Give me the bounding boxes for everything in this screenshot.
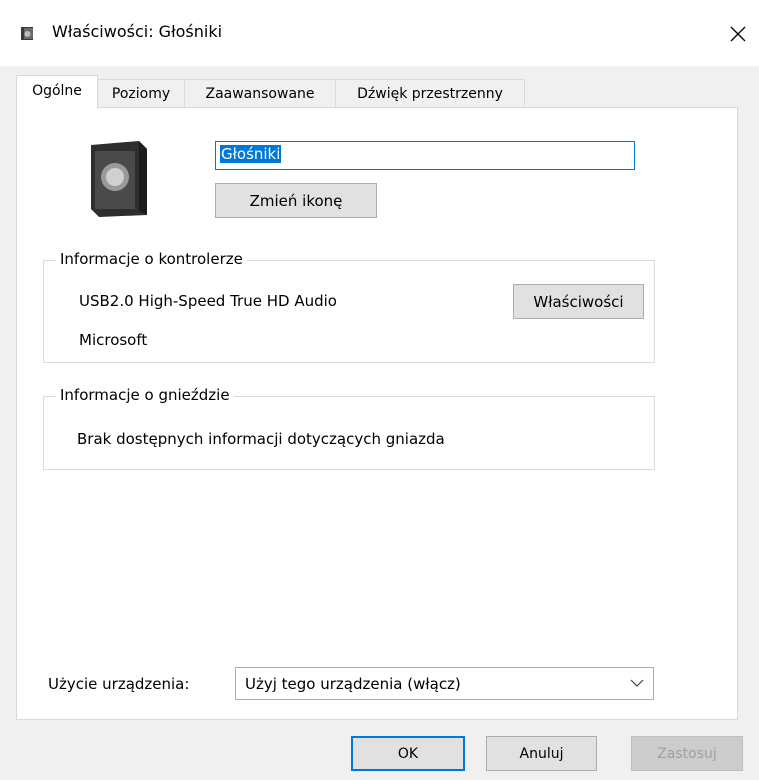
change-icon-button[interactable]: Zmień ikonę [215, 183, 377, 218]
device-usage-select[interactable]: Użyj tego urządzenia (włącz) [235, 667, 654, 700]
cancel-button[interactable]: Anuluj [486, 736, 597, 771]
device-speaker-icon [91, 141, 147, 217]
window-title: Właściwości: Głośniki [52, 22, 223, 41]
jack-info-legend: Informacje o gnieździe [56, 386, 234, 404]
close-icon [730, 26, 746, 42]
jack-info-group: Informacje o gnieździe Brak dostępnych i… [43, 386, 655, 470]
controller-name: USB2.0 High-Speed True HD Audio [79, 292, 337, 310]
tab-general[interactable]: Ogólne [16, 75, 98, 109]
tab-spatial-sound[interactable]: Dźwięk przestrzenny [335, 79, 525, 107]
device-usage-value: Użyj tego urządzenia (włącz) [245, 675, 461, 693]
controller-properties-button[interactable]: Właściwości [513, 284, 644, 319]
device-usage-label: Użycie urządzenia: [48, 675, 190, 693]
title-bar: Właściwości: Głośniki [0, 0, 759, 66]
controller-info-group: Informacje o kontrolerze USB2.0 High-Spe… [43, 250, 655, 363]
ok-button[interactable]: OK [351, 736, 465, 771]
general-tab-panel: Głośniki Zmień ikonę Informacje o kontro… [16, 107, 738, 720]
tab-levels[interactable]: Poziomy [97, 79, 185, 107]
tab-advanced[interactable]: Zaawansowane [184, 79, 336, 107]
apply-button[interactable]: Zastosuj [631, 736, 743, 771]
device-name-input[interactable]: Głośniki [215, 141, 635, 170]
jack-info-text: Brak dostępnych informacji dotyczących g… [77, 430, 445, 448]
controller-info-legend: Informacje o kontrolerze [56, 250, 247, 268]
close-button[interactable] [718, 14, 758, 54]
device-name-text: Głośniki [220, 145, 282, 163]
controller-manufacturer: Microsoft [79, 331, 148, 349]
speaker-icon [21, 27, 33, 40]
chevron-down-icon [630, 679, 644, 687]
